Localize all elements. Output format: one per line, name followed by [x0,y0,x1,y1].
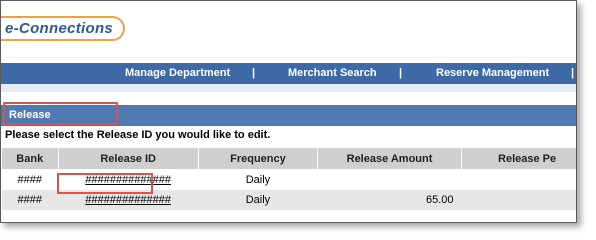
nav-separator: | [399,67,403,79]
nav-manage-department[interactable]: Manage Department [125,67,230,79]
nav-separator: | [571,67,575,79]
col-header-release-id[interactable]: Release ID [57,147,199,170]
screenshot-frame: e-Connections Manage Department | Mercha… [0,0,577,223]
nav-merchant-search[interactable]: Merchant Search [288,67,377,79]
nav-separator: | [252,67,256,79]
cell-frequency: Daily [245,174,271,186]
cell-amount [318,170,462,191]
col-header-release-period[interactable]: Release Pe [461,147,576,170]
logo-text: e-Connections [1,16,126,41]
col-header-frequency[interactable]: Frequency [197,147,319,170]
cell-frequency: Daily [198,190,318,210]
nav-subband [1,84,576,92]
cell-amount: 65.00 [317,190,462,210]
top-nav: Manage Department | Merchant Search | Re… [1,63,576,84]
release-id-highlight [57,173,153,194]
instruction-text: Please select the Release ID you would l… [5,129,271,141]
release-id-link[interactable]: ############## [85,194,171,206]
nav-reserve-management[interactable]: Reserve Management [436,67,549,79]
cell-period [461,190,576,210]
col-header-release-amount[interactable]: Release Amount [317,147,463,170]
table-header-row: Bank Release ID Frequency Release Amount… [1,147,576,170]
section-title: Release Management [3,102,118,144]
cell-period [462,170,576,191]
app-logo: e-Connections [1,16,126,42]
cell-bank: #### [17,174,42,186]
cell-bank: #### [1,190,58,210]
col-header-bank[interactable]: Bank [1,147,59,170]
